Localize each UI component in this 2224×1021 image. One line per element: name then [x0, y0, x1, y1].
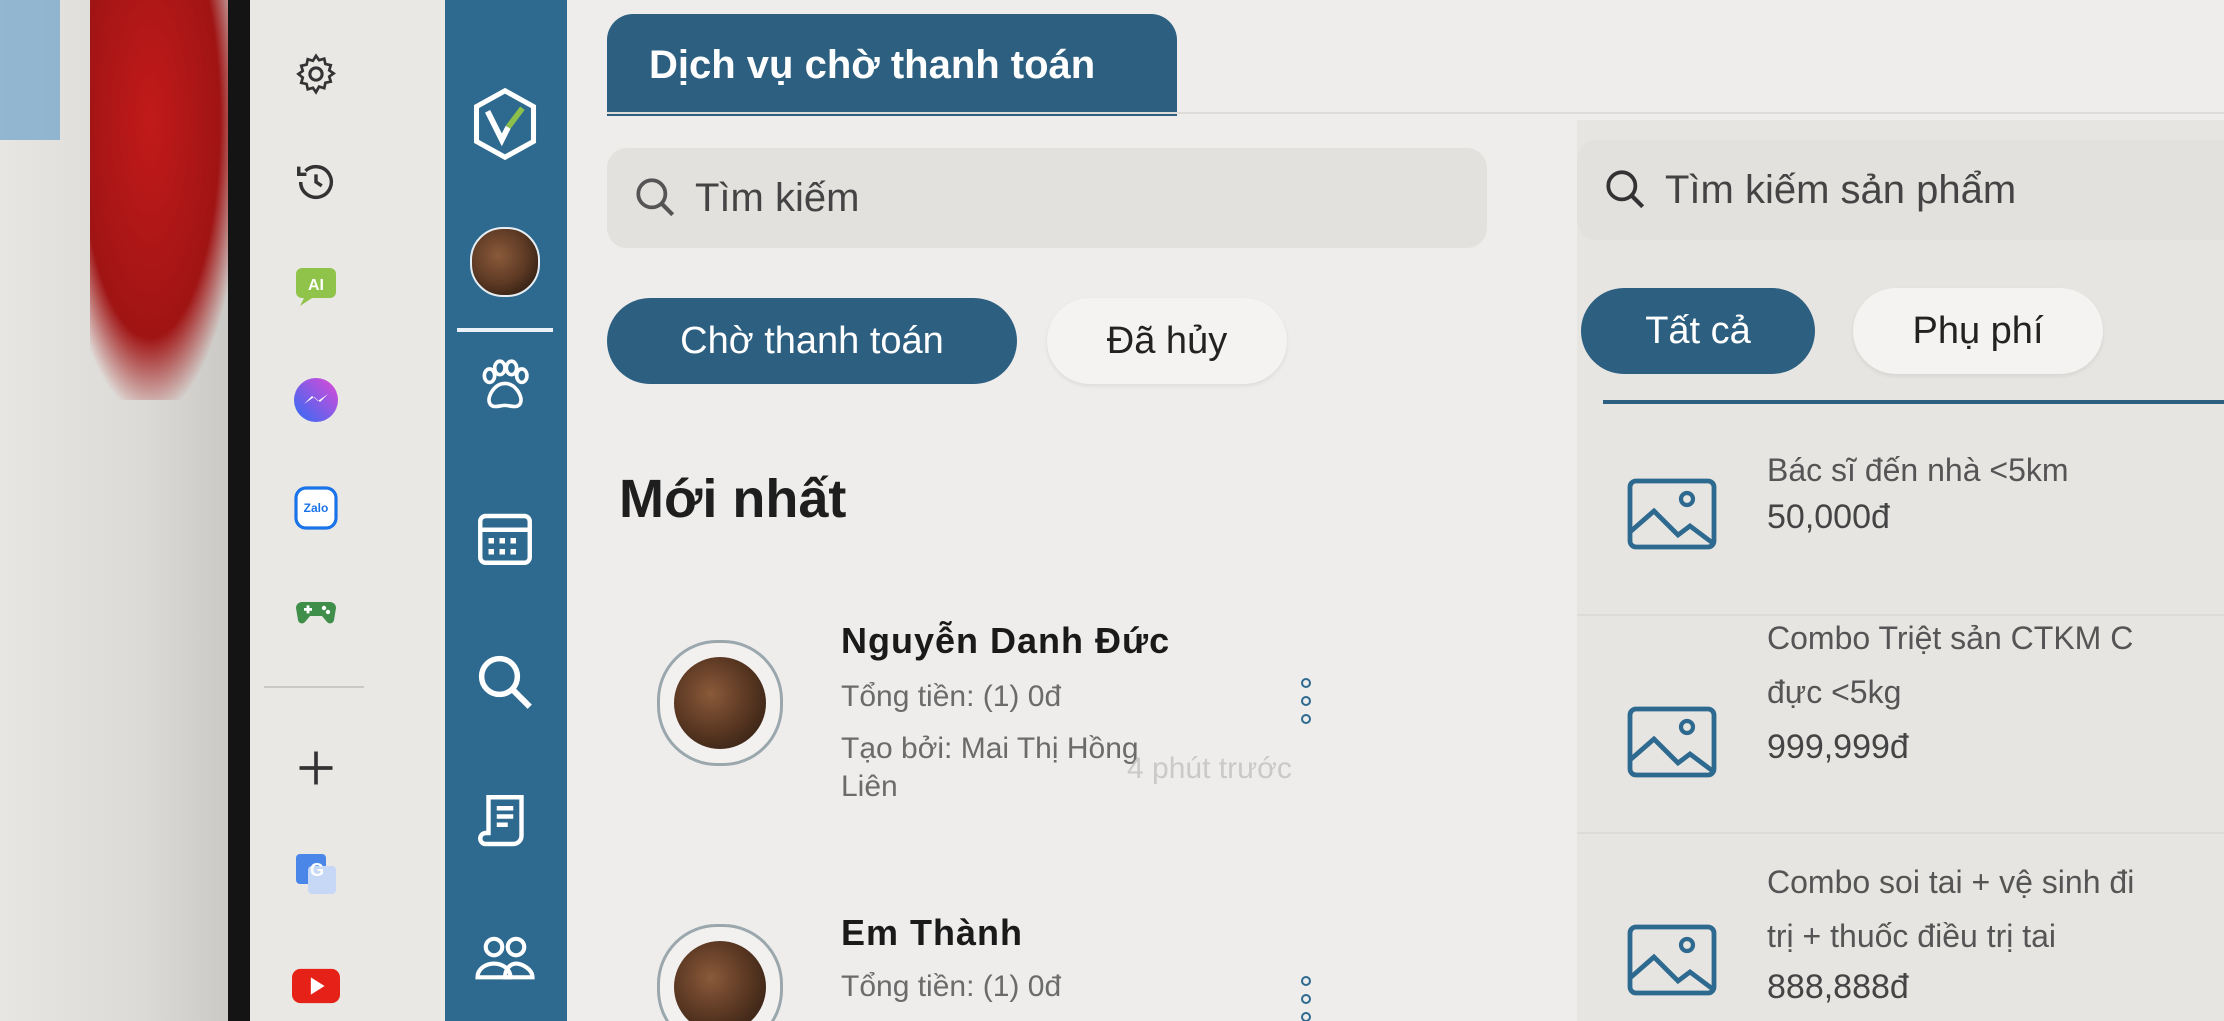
history-icon[interactable] — [292, 158, 340, 206]
document-icon[interactable] — [465, 782, 545, 862]
order-customer-name: Nguyễn Danh Đức — [841, 620, 1171, 661]
product-price: 50,000đ — [1767, 498, 1890, 536]
product-item[interactable]: Bác sĩ đến nhà <5km 50,000đ — [1577, 440, 2224, 610]
avatar — [657, 640, 783, 766]
search-icon[interactable] — [465, 642, 545, 722]
tab-da-huy[interactable]: Đã hủy — [1047, 298, 1287, 384]
product-name: Combo soi tai + vệ sinh đi — [1767, 864, 2135, 900]
main-panel: Dịch vụ chờ thanh toán Tìm kiếm Chờ than… — [567, 0, 2224, 1021]
more-options-icon[interactable] — [1299, 976, 1313, 1021]
photo-red-object — [90, 0, 240, 400]
translate-icon[interactable]: G — [292, 850, 340, 898]
tab-phu-phi[interactable]: Phụ phí — [1853, 288, 2103, 374]
tab-underline — [1603, 400, 2224, 404]
image-placeholder-icon — [1627, 924, 1717, 996]
screen: AI Zalo G Dịch vụ chờ thanh toán Tìm kiế… — [250, 0, 2224, 1021]
ai-badge-text: AI — [308, 277, 324, 294]
product-price: 888,888đ — [1767, 968, 1909, 1006]
app-strip: AI Zalo G — [250, 0, 445, 1021]
order-total: Tổng tiền: (1) 0đ — [841, 680, 1062, 713]
product-search-placeholder: Tìm kiếm sản phẩm — [1665, 167, 2017, 212]
order-search-placeholder: Tìm kiếm — [695, 175, 860, 220]
calendar-icon[interactable] — [465, 498, 545, 578]
avatar[interactable] — [465, 222, 545, 302]
logo-icon[interactable] — [465, 84, 545, 164]
photo-blue-object — [0, 0, 60, 140]
order-search-input[interactable]: Tìm kiếm — [607, 148, 1487, 248]
app-strip-divider — [264, 686, 364, 688]
gear-icon[interactable] — [292, 50, 340, 98]
monitor-bezel — [228, 0, 250, 1021]
product-item[interactable]: Combo Triệt sản CTKM C đực <5kg 999,999đ — [1577, 620, 2224, 830]
main-nav — [445, 0, 567, 1021]
order-time: 4 phút trước — [1127, 752, 1292, 785]
paw-icon[interactable] — [465, 346, 545, 426]
image-placeholder-icon — [1627, 478, 1717, 550]
gamepad-icon[interactable] — [292, 586, 340, 634]
messenger-icon[interactable] — [292, 376, 340, 424]
order-item[interactable]: Nguyễn Danh Đức Tổng tiền: (1) 0đ Tạo bở… — [567, 600, 1467, 860]
more-options-icon[interactable] — [1299, 678, 1313, 724]
avatar — [657, 924, 783, 1021]
order-created-by-cont: Liên — [841, 770, 898, 803]
zalo-icon[interactable]: Zalo — [292, 484, 340, 532]
product-name-cont: đực <5kg — [1767, 674, 1902, 710]
tab-cho-thanh-toan[interactable]: Chờ thanh toán — [607, 298, 1017, 384]
tab-tat-ca[interactable]: Tất cả — [1581, 288, 1815, 374]
order-customer-name: Em Thành — [841, 912, 1024, 953]
search-icon — [636, 178, 675, 217]
order-total: Tổng tiền: (1) 0đ — [841, 970, 1062, 1003]
plus-icon[interactable] — [292, 744, 340, 792]
product-name-cont: trị + thuốc điều trị tai — [1767, 918, 2057, 954]
header-divider — [607, 112, 2224, 114]
order-item[interactable]: Em Thành Tổng tiền: (1) 0đ — [567, 900, 1467, 1021]
users-icon[interactable] — [465, 918, 545, 998]
youtube-icon[interactable] — [292, 962, 340, 1010]
product-search-input[interactable]: Tìm kiếm sản phẩm — [1577, 140, 2224, 240]
zalo-badge-text: Zalo — [304, 501, 329, 515]
product-separator — [1577, 614, 2224, 616]
search-icon — [1606, 170, 1645, 209]
order-created-by: Tạo bởi: Mai Thị Hồng — [841, 732, 1139, 765]
product-item[interactable]: Combo soi tai + vệ sinh đi trị + thuốc đ… — [1577, 864, 2224, 1021]
product-separator — [1577, 832, 2224, 834]
image-placeholder-icon — [1627, 706, 1717, 778]
section-title: Mới nhất — [619, 469, 847, 529]
nav-separator — [457, 328, 553, 332]
product-name: Bác sĩ đến nhà <5km — [1767, 452, 2069, 488]
svg-text:G: G — [310, 860, 324, 880]
page-title: Dịch vụ chờ thanh toán — [607, 14, 1177, 116]
product-price: 999,999đ — [1767, 728, 1909, 766]
products-panel: Tìm kiếm sản phẩm Tất cả Phụ phí Bác sĩ … — [1577, 120, 2224, 1021]
product-name: Combo Triệt sản CTKM C — [1767, 620, 2134, 656]
ai-icon[interactable]: AI — [292, 262, 340, 310]
